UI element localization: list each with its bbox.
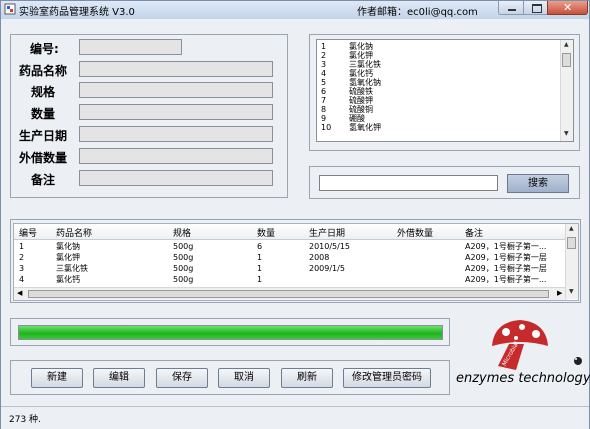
progress-fill	[19, 326, 442, 339]
label-remark: 备注	[31, 173, 56, 187]
label-id: 编号:	[30, 42, 59, 56]
scroll-down-icon[interactable]: ▼	[569, 288, 574, 295]
table-row[interactable]: 3 三氯化铁 500g 1 2009/1/5 A209，1号橱子第一层	[14, 263, 568, 274]
list-item[interactable]: 2 氯化钾	[321, 51, 373, 60]
drug-name-field[interactable]	[79, 61, 273, 77]
status-bar: 273 种.	[1, 406, 589, 429]
column-header[interactable]: 药品名称	[56, 226, 92, 239]
label-production-date: 生产日期	[19, 129, 68, 143]
column-header[interactable]: 生产日期	[309, 226, 345, 239]
progress-bar	[18, 325, 443, 340]
column-header[interactable]: 规格	[173, 226, 191, 239]
column-header[interactable]: 备注	[465, 226, 483, 239]
scroll-up-icon[interactable]: ▲	[564, 41, 569, 48]
remark-field[interactable]	[79, 170, 273, 186]
maximize-button[interactable]	[523, 1, 548, 15]
status-count: 273 种.	[9, 415, 41, 425]
drug-form-panel: 编号: 药品名称 规格 数量 生产日期 外借数量 备注	[10, 34, 288, 198]
lent-quantity-field[interactable]	[79, 148, 273, 164]
table-scroll-thumb[interactable]	[28, 290, 549, 298]
id-field[interactable]	[79, 39, 182, 55]
list-item[interactable]: 3 三氯化铁	[321, 60, 381, 69]
list-item[interactable]: 9 硼酸	[321, 114, 365, 123]
table-vertical-scrollbar[interactable]: ▲ ▼	[565, 224, 578, 299]
new-button[interactable]: 新建	[31, 368, 83, 388]
edit-button[interactable]: 编辑	[93, 368, 145, 388]
logo-text: enzymes technology	[456, 371, 590, 386]
table-row[interactable]: 1 氯化钠 500g 6 2010/5/15 A209，1号橱子第一...	[14, 241, 568, 252]
search-panel: 搜索	[309, 166, 580, 199]
refresh-button[interactable]: 刷新	[281, 368, 333, 388]
column-header[interactable]: 数量	[257, 226, 275, 239]
label-quantity: 数量	[31, 107, 56, 121]
search-button[interactable]: 搜索	[507, 174, 569, 193]
label-drug-name: 药品名称	[19, 64, 68, 78]
main-window: 实验室药品管理系统 V3.0 作者邮箱：ec0li@qq.com ✕ 编号: 药…	[0, 0, 590, 429]
production-date-field[interactable]	[79, 126, 273, 142]
drug-table-panel: 编号 药品名称 规格 数量 生产日期 外借数量 备注 1 氯化钠 500g 6 …	[10, 219, 581, 303]
list-item[interactable]: 7 硫酸钾	[321, 96, 373, 105]
table-scroll-thumb-vertical[interactable]	[567, 237, 576, 249]
minimize-icon	[508, 9, 516, 11]
list-scroll-thumb[interactable]	[562, 53, 571, 67]
scroll-up-icon[interactable]: ▲	[569, 225, 574, 232]
progress-panel	[10, 318, 450, 346]
column-header[interactable]: 编号	[19, 226, 37, 239]
close-button[interactable]: ✕	[547, 1, 588, 15]
column-header[interactable]: 外借数量	[397, 226, 433, 239]
spec-field[interactable]	[79, 82, 273, 98]
window-title: 实验室药品管理系统 V3.0	[19, 7, 135, 18]
list-item[interactable]: 4 氯化钙	[321, 69, 373, 78]
list-item[interactable]: 6 硫酸铁	[321, 87, 373, 96]
list-item[interactable]: 1 氯化钠	[321, 42, 373, 51]
author-email: 作者邮箱：ec0li@qq.com	[357, 7, 478, 18]
title-bar: 实验室药品管理系统 V3.0 作者邮箱：ec0li@qq.com ✕	[1, 1, 589, 19]
list-item[interactable]: 5 氢氧化钠	[321, 78, 381, 87]
close-icon: ✕	[563, 1, 573, 14]
drug-list-panel: 1 氯化钠 2 氯化钾 3 三氯化铁 4 氯化钙 5 氢氧化钠 6 硫酸铁 7 硫酸钾 8 硫酸…	[309, 34, 580, 151]
maximize-icon	[532, 4, 542, 13]
list-item[interactable]: 8 硫酸铜	[321, 105, 373, 114]
app-icon	[4, 3, 16, 15]
table-header: 编号 药品名称 规格 数量 生产日期 外借数量 备注	[14, 224, 568, 240]
change-password-button[interactable]: 修改管理员密码	[343, 368, 431, 388]
cancel-button[interactable]: 取消	[218, 368, 270, 388]
drug-listbox[interactable]: 1 氯化钠 2 氯化钾 3 三氯化铁 4 氯化钙 5 氢氧化钠 6 硫酸铁 7 硫酸钾 8 硫酸…	[316, 39, 574, 142]
scroll-down-icon[interactable]: ▼	[564, 130, 569, 137]
label-lent-quantity: 外借数量	[19, 151, 68, 165]
quantity-field[interactable]	[79, 104, 273, 120]
save-button[interactable]: 保存	[156, 368, 208, 388]
action-button-panel: 新建 编辑 保存 取消 刷新 修改管理员密码	[10, 360, 450, 395]
minimize-button[interactable]	[498, 1, 524, 15]
drug-table[interactable]: 编号 药品名称 规格 数量 生产日期 外借数量 备注 1 氯化钠 500g 6 …	[13, 223, 579, 301]
list-item[interactable]: 10 氢氧化钾	[321, 123, 381, 132]
table-row[interactable]: 4 氯化钙 500g 1 A209，1号橱子第一...	[14, 274, 568, 285]
label-spec: 规格	[31, 85, 56, 99]
table-horizontal-scrollbar[interactable]: ◀ ▶	[14, 287, 568, 300]
scroll-left-icon[interactable]: ◀	[17, 289, 22, 297]
search-input[interactable]	[319, 175, 498, 191]
scroll-right-icon[interactable]: ▶	[557, 289, 562, 297]
table-row[interactable]: 2 氯化钾 500g 1 2008 A209，1号橱子第一层	[14, 252, 568, 263]
list-vertical-scrollbar[interactable]: ▲ ▼	[560, 40, 573, 141]
